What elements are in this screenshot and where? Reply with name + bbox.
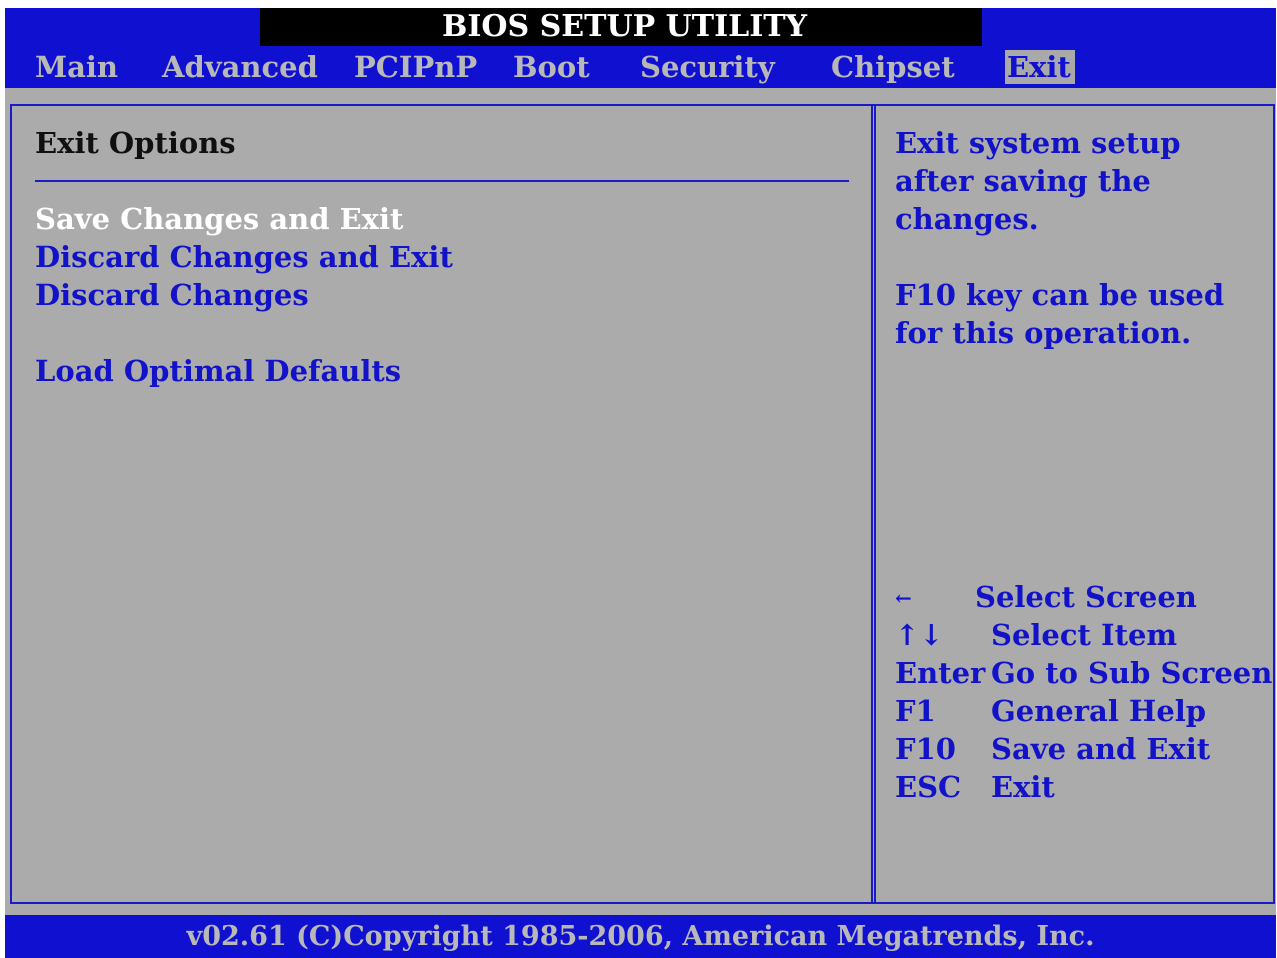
key-description: Go to Sub Screen (991, 656, 1273, 690)
key-description: Select Screen (975, 580, 1197, 614)
menu-item-chipset[interactable]: Chipset (831, 50, 955, 84)
key-description: Exit (991, 770, 1055, 804)
menu-item-main[interactable]: Main (35, 50, 118, 84)
section-divider (35, 180, 849, 182)
help-text-line: Exit system setup (895, 126, 1181, 160)
option-discard-changes[interactable]: Discard Changes (35, 278, 309, 312)
key-label: F1 (895, 694, 936, 728)
title-bar-block-right (827, 8, 982, 46)
title-bar-block-left (260, 8, 422, 46)
bios-title: BIOS SETUP UTILITY (422, 8, 827, 46)
copyright-text: v02.61 (C)Copyright 1985-2006, American … (186, 921, 1095, 952)
key-label: Enter (895, 656, 986, 690)
menu-item-exit[interactable]: Exit (1005, 50, 1075, 84)
menu-bar: Main Advanced PCIPnP Boot Security Chips… (5, 46, 1276, 88)
help-text-line: for this operation. (895, 316, 1192, 350)
menu-item-pcipnp[interactable]: PCIPnP (354, 50, 477, 84)
menu-item-advanced[interactable]: Advanced (162, 50, 318, 84)
key-description: General Help (991, 694, 1207, 728)
key-label: F10 (895, 732, 956, 766)
footer-bar: v02.61 (C)Copyright 1985-2006, American … (5, 915, 1276, 958)
bios-screen: BIOS SETUP UTILITY Main Advanced PCIPnP … (5, 8, 1276, 958)
key-description: Save and Exit (991, 732, 1211, 766)
help-text-line: changes. (895, 202, 1039, 236)
help-text-line: after saving the (895, 164, 1151, 198)
up-down-arrow-icon: ↑↓ (895, 618, 944, 652)
left-arrow-icon: ← (895, 586, 912, 610)
option-discard-changes-and-exit[interactable]: Discard Changes and Exit (35, 240, 453, 274)
menu-item-security[interactable]: Security (640, 50, 775, 84)
section-title: Exit Options (35, 126, 236, 160)
key-description: Select Item (991, 618, 1178, 652)
title-bar: BIOS SETUP UTILITY (5, 8, 1276, 46)
option-load-optimal-defaults[interactable]: Load Optimal Defaults (35, 354, 401, 388)
key-label: ESC (895, 770, 962, 804)
menu-item-boot[interactable]: Boot (513, 50, 590, 84)
help-text-line: F10 key can be used (895, 278, 1225, 312)
option-save-changes-and-exit[interactable]: Save Changes and Exit (35, 202, 403, 236)
